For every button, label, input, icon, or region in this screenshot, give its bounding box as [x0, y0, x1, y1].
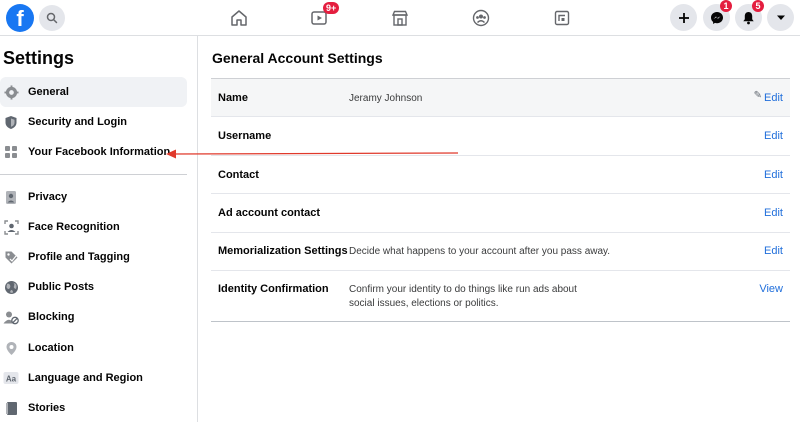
edit-username-link[interactable]: Edit	[764, 130, 783, 142]
sidebar-item-profile-tagging[interactable]: Profile and Tagging	[0, 242, 187, 272]
groups-icon	[472, 9, 490, 27]
sidebar-item-label: Stories	[28, 402, 66, 414]
search-icon	[46, 12, 58, 24]
sidebar-item-label: Security and Login	[28, 116, 128, 128]
sidebar-item-language-region[interactable]: Aa Language and Region	[0, 363, 187, 393]
messenger-button[interactable]: 1	[703, 0, 732, 31]
settings-row-identity-confirmation[interactable]: Identity Confirmation Confirm your ident…	[211, 271, 790, 321]
settings-row-username[interactable]: Username Edit	[211, 117, 790, 156]
sidebar-item-location[interactable]: Location	[0, 333, 187, 363]
edit-ad-account-contact-link[interactable]: Edit	[764, 207, 783, 219]
nav-gaming[interactable]	[549, 5, 575, 31]
edit-memorialization-link[interactable]: Edit	[764, 245, 783, 257]
sidebar-item-label: Language and Region	[28, 372, 143, 384]
bell-icon	[743, 11, 754, 24]
video-badge: 9+	[323, 2, 340, 14]
settings-row-name[interactable]: Name Jeramy Johnson ✎ Edit	[211, 79, 790, 117]
row-value-line-1: Confirm your identity to do things like …	[349, 284, 577, 295]
shield-icon	[3, 114, 19, 130]
grid-icon	[3, 144, 19, 160]
nav-home[interactable]	[226, 5, 252, 31]
nav-marketplace[interactable]	[387, 5, 413, 31]
sidebar-item-label: Your Facebook Information	[28, 146, 171, 158]
top-navigation-bar: f 9+ 1 5	[0, 0, 800, 36]
messenger-badge: 1	[720, 0, 732, 12]
account-menu-button[interactable]	[767, 4, 794, 31]
notifications-badge: 5	[752, 0, 764, 12]
edit-contact-link[interactable]: Edit	[764, 169, 783, 181]
search-button[interactable]	[39, 5, 65, 31]
row-label: Username	[218, 130, 272, 142]
row-value: Decide what happens to your account afte…	[349, 246, 611, 257]
settings-row-contact[interactable]: Contact Edit	[211, 156, 790, 194]
sidebar-item-label: Privacy	[28, 191, 68, 203]
block-user-icon	[3, 309, 19, 325]
sidebar-item-label: Public Posts	[28, 281, 95, 293]
marketplace-icon	[391, 10, 409, 26]
row-label: Identity Confirmation	[218, 283, 329, 295]
plus-icon	[678, 12, 689, 23]
sidebar-item-label: Blocking	[28, 311, 75, 323]
row-label: Memorialization Settings	[218, 245, 348, 257]
sidebar-item-label: Location	[28, 342, 74, 354]
pencil-icon: ✎	[753, 90, 762, 101]
create-button[interactable]	[670, 4, 697, 31]
sidebar-divider	[0, 174, 187, 175]
sidebar-item-face-recognition[interactable]: Face Recognition	[0, 212, 187, 242]
row-label: Name	[218, 92, 248, 104]
row-label: Contact	[218, 169, 259, 181]
settings-row-ad-account-contact[interactable]: Ad account contact Edit	[211, 194, 790, 233]
globe-icon	[3, 279, 19, 295]
sidebar-item-facebook-information[interactable]: Your Facebook Information	[0, 137, 187, 167]
tag-icon	[3, 249, 19, 265]
caret-down-icon	[776, 15, 785, 20]
nav-watch[interactable]: 9+	[306, 2, 340, 31]
page-title: General Account Settings	[212, 50, 383, 66]
sidebar-item-label: Profile and Tagging	[28, 251, 130, 263]
edit-name-link[interactable]: Edit	[764, 92, 783, 104]
row-value: Jeramy Johnson	[349, 93, 423, 104]
facebook-logo[interactable]: f	[6, 4, 34, 32]
settings-sidebar: Settings General Security and Login Your…	[0, 36, 198, 422]
sidebar-item-general[interactable]: General	[0, 77, 187, 107]
sidebar-item-privacy[interactable]: Privacy	[0, 182, 187, 212]
sidebar-item-label: Face Recognition	[28, 221, 120, 233]
sidebar-item-blocking[interactable]: Blocking	[0, 302, 187, 332]
section-bottom-divider	[211, 321, 790, 322]
row-label: Ad account contact	[218, 207, 321, 219]
location-pin-icon	[3, 340, 19, 356]
sidebar-title: Settings	[3, 48, 75, 68]
language-icon: Aa	[3, 370, 19, 386]
sidebar-item-stories[interactable]: Stories	[0, 393, 187, 423]
view-identity-confirmation-link[interactable]: View	[759, 283, 783, 295]
messenger-icon	[710, 11, 723, 24]
nav-groups[interactable]	[468, 5, 494, 31]
general-settings-panel: General Account Settings Name Jeramy Joh…	[199, 36, 800, 422]
sidebar-item-security[interactable]: Security and Login	[0, 107, 187, 137]
face-scan-icon	[3, 219, 19, 235]
home-icon	[231, 10, 247, 26]
book-icon	[3, 400, 19, 416]
lock-person-icon	[3, 189, 19, 205]
notifications-button[interactable]: 5	[735, 0, 764, 31]
settings-row-memorialization[interactable]: Memorialization Settings Decide what hap…	[211, 233, 790, 271]
sidebar-item-public-posts[interactable]: Public Posts	[0, 272, 187, 302]
svg-text:Aa: Aa	[6, 375, 17, 384]
gaming-icon	[554, 10, 570, 26]
row-value-line-2: social issues, elections or politics.	[349, 298, 499, 309]
gear-icon	[3, 84, 19, 100]
sidebar-item-label: General	[28, 86, 69, 98]
